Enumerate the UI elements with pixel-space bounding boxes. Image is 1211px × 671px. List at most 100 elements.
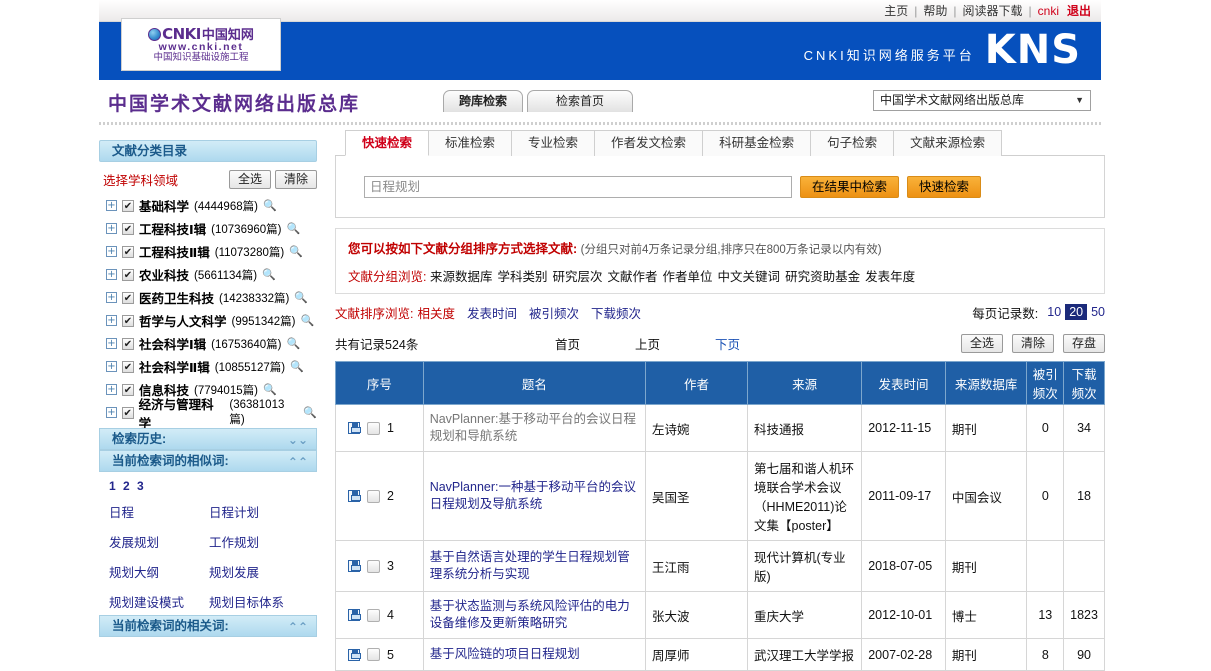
nav-link-help[interactable]: 帮助 xyxy=(923,2,947,19)
search-tab-3[interactable]: 专业检索 xyxy=(511,130,595,156)
nav-link-home[interactable]: 主页 xyxy=(884,2,908,19)
group-browse-item-4[interactable]: 文献作者 xyxy=(608,270,658,284)
similar-term-1[interactable]: 日程 xyxy=(109,502,209,521)
category-checkbox[interactable]: ✔ xyxy=(122,292,134,304)
search-home-button[interactable]: 检索首页 xyxy=(527,90,633,112)
row-title-link[interactable]: NavPlanner:基于移动平台的会议日程规划和导航系统 xyxy=(430,412,636,443)
search-input[interactable]: 日程规划 xyxy=(364,176,792,198)
sidebar-category-10[interactable]: +✔经济与管理科学(36381013篇)🔍 xyxy=(99,401,317,424)
col-header-title[interactable]: 题名 xyxy=(423,362,645,405)
select-all-results-button[interactable]: 全选 xyxy=(961,334,1003,353)
search-in-results-button[interactable]: 在结果中检索 xyxy=(800,176,899,198)
expand-icon[interactable]: + xyxy=(106,338,117,349)
save-icon[interactable] xyxy=(348,649,360,661)
category-checkbox[interactable]: ✔ xyxy=(122,361,134,373)
sidebar-category-2[interactable]: +✔工程科技Ⅰ辑(10736960篇)🔍 xyxy=(99,217,317,240)
col-header-author[interactable]: 作者 xyxy=(646,362,748,405)
expand-icon[interactable]: + xyxy=(106,315,117,326)
sort-option-4[interactable]: 下载频次 xyxy=(591,307,641,321)
current-user-label[interactable]: cnki xyxy=(1038,4,1059,18)
cnki-logo[interactable]: CNKI 中国知网 www.cnki.net 中国知识基础设施工程 xyxy=(121,18,281,71)
col-header-source[interactable]: 来源 xyxy=(748,362,862,405)
search-tab-2[interactable]: 标准检索 xyxy=(428,130,512,156)
sidebar-category-1[interactable]: +✔基础科学(4444968篇)🔍 xyxy=(99,194,317,217)
sort-option-2[interactable]: 发表时间 xyxy=(467,307,517,321)
sidebar-item-similar-terms[interactable]: 当前检索词的相似词: ⌃⌃ xyxy=(99,450,317,472)
group-browse-item-7[interactable]: 研究资助基金 xyxy=(785,270,860,284)
per-page-option-10[interactable]: 10 xyxy=(1047,305,1061,319)
chevron-up-icon[interactable]: ⌃⌃ xyxy=(288,452,308,472)
expand-icon[interactable]: + xyxy=(106,223,117,234)
row-title-link[interactable]: 基于自然语言处理的学生日程规划管理系统分析与实现 xyxy=(430,550,630,581)
sort-option-1[interactable]: 相关度 xyxy=(417,307,455,321)
category-checkbox[interactable]: ✔ xyxy=(122,384,134,396)
search-icon[interactable]: 🔍 xyxy=(303,406,317,419)
similar-term-6[interactable]: 规划发展 xyxy=(209,562,317,581)
cross-database-search-button[interactable]: 跨库检索 xyxy=(443,90,523,112)
search-tab-4[interactable]: 作者发文检索 xyxy=(594,130,703,156)
search-icon[interactable]: 🔍 xyxy=(286,222,300,235)
group-browse-item-6[interactable]: 中文关键词 xyxy=(718,270,781,284)
row-checkbox[interactable] xyxy=(367,422,380,435)
logout-link[interactable]: 退出 xyxy=(1067,2,1091,19)
save-icon[interactable] xyxy=(348,422,360,434)
category-checkbox[interactable]: ✔ xyxy=(122,407,134,419)
row-checkbox[interactable] xyxy=(367,490,380,503)
group-browse-item-5[interactable]: 作者单位 xyxy=(663,270,713,284)
expand-icon[interactable]: + xyxy=(106,384,117,395)
group-browse-item-8[interactable]: 发表年度 xyxy=(865,270,915,284)
search-icon[interactable]: 🔍 xyxy=(300,314,314,327)
sidebar-category-8[interactable]: +✔社会科学Ⅱ辑(10855127篇)🔍 xyxy=(99,355,317,378)
category-checkbox[interactable]: ✔ xyxy=(122,246,134,258)
search-tab-6[interactable]: 句子检索 xyxy=(810,130,894,156)
category-checkbox[interactable]: ✔ xyxy=(122,200,134,212)
chevron-up-icon[interactable]: ⌃⌃ xyxy=(288,617,308,637)
similar-term-2[interactable]: 日程计划 xyxy=(209,502,317,521)
clear-domains-button[interactable]: 清除 xyxy=(275,170,317,189)
similar-terms-pager[interactable]: 1 2 3 xyxy=(109,479,317,493)
per-page-option-50[interactable]: 50 xyxy=(1091,305,1105,319)
chevron-down-icon[interactable]: ⌄⌄ xyxy=(288,430,308,450)
sidebar-item-search-history[interactable]: 检索历史: ⌄⌄ xyxy=(99,428,317,450)
next-page-link[interactable]: 下页 xyxy=(715,334,795,353)
search-icon[interactable]: 🔍 xyxy=(294,291,308,304)
nav-link-reader-download[interactable]: 阅读器下载 xyxy=(963,2,1023,19)
clear-results-button[interactable]: 清除 xyxy=(1012,334,1054,353)
select-all-domains-button[interactable]: 全选 xyxy=(229,170,271,189)
col-header-downloads[interactable]: 下载 频次 xyxy=(1064,362,1105,405)
row-title-link[interactable]: 基于风险链的项目日程规划 xyxy=(430,647,580,661)
per-page-option-20[interactable]: 20 xyxy=(1065,304,1087,320)
sort-option-3[interactable]: 被引频次 xyxy=(529,307,579,321)
sidebar-category-7[interactable]: +✔社会科学Ⅰ辑(16753640篇)🔍 xyxy=(99,332,317,355)
similar-term-3[interactable]: 发展规划 xyxy=(109,532,209,551)
similar-term-7[interactable]: 规划建设模式 xyxy=(109,592,209,611)
first-page-link[interactable]: 首页 xyxy=(555,334,635,353)
prev-page-link[interactable]: 上页 xyxy=(635,334,715,353)
sidebar-category-6[interactable]: +✔哲学与人文科学(9951342篇)🔍 xyxy=(99,309,317,332)
group-browse-item-3[interactable]: 研究层次 xyxy=(553,270,603,284)
save-icon[interactable] xyxy=(348,609,360,621)
search-icon[interactable]: 🔍 xyxy=(263,199,277,212)
expand-icon[interactable]: + xyxy=(106,269,117,280)
row-title-link[interactable]: 基于状态监测与系统风险评估的电力设备维修及更新策略研究 xyxy=(430,599,630,630)
search-tab-5[interactable]: 科研基金检索 xyxy=(702,130,811,156)
row-checkbox[interactable] xyxy=(367,560,380,573)
search-icon[interactable]: 🔍 xyxy=(262,268,276,281)
expand-icon[interactable]: + xyxy=(106,407,117,418)
save-results-button[interactable]: 存盘 xyxy=(1063,334,1105,353)
group-browse-item-1[interactable]: 来源数据库 xyxy=(430,270,493,284)
similar-term-8[interactable]: 规划目标体系 xyxy=(209,592,317,611)
expand-icon[interactable]: + xyxy=(106,292,117,303)
quick-search-button[interactable]: 快速检索 xyxy=(907,176,981,198)
col-header-index[interactable]: 序号 xyxy=(336,362,424,405)
sidebar-category-5[interactable]: +✔医药卫生科技(14238332篇)🔍 xyxy=(99,286,317,309)
search-tab-7[interactable]: 文献来源检索 xyxy=(893,130,1002,156)
similar-term-4[interactable]: 工作规划 xyxy=(209,532,317,551)
row-checkbox[interactable] xyxy=(367,648,380,661)
expand-icon[interactable]: + xyxy=(106,246,117,257)
row-checkbox[interactable] xyxy=(367,609,380,622)
search-icon[interactable]: 🔍 xyxy=(263,383,277,396)
col-header-database[interactable]: 来源数据库 xyxy=(945,362,1027,405)
row-title-link[interactable]: NavPlanner:一种基于移动平台的会议日程规划及导航系统 xyxy=(430,480,636,511)
search-icon[interactable]: 🔍 xyxy=(286,337,300,350)
